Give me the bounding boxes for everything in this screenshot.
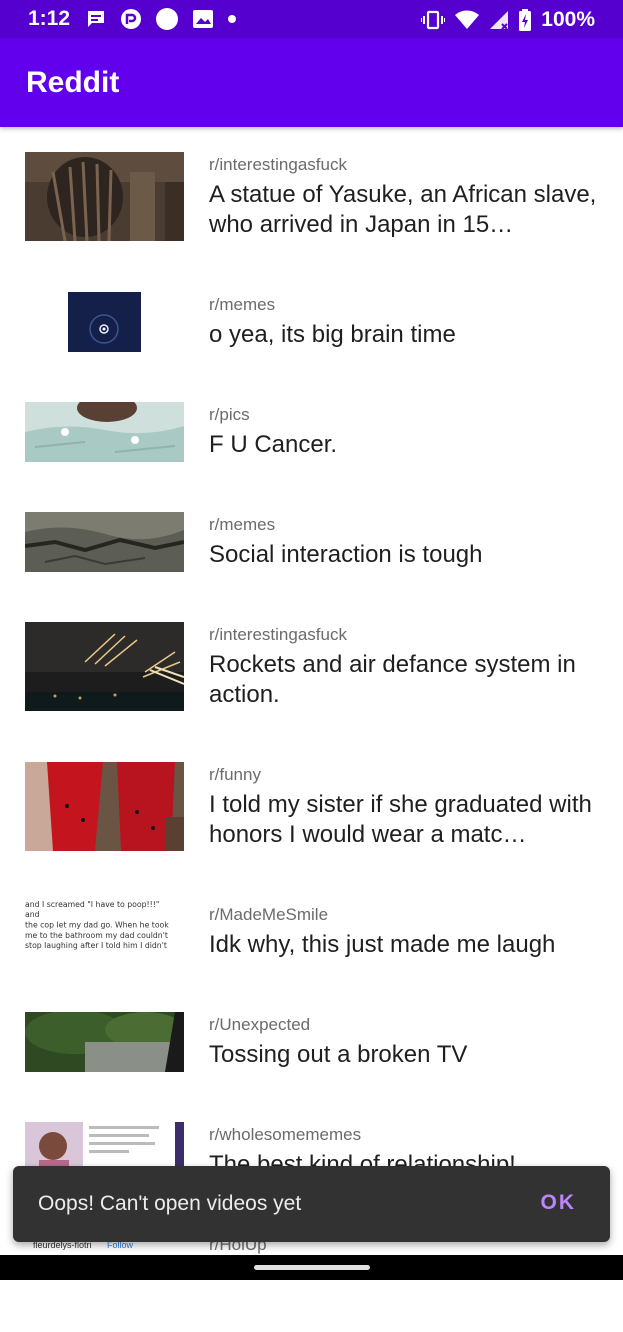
post-item[interactable]: r/interestingasfuck A statue of Yasuke, … <box>0 142 623 252</box>
thumbnail-text-line: stop laughing after I told him I didn't <box>25 942 167 951</box>
post-title[interactable]: Idk why, this just made me laugh <box>209 930 601 960</box>
rock-crack-thumbnail-image <box>25 512 184 572</box>
battery-icon <box>519 9 532 31</box>
post-title[interactable]: Rockets and air defance system in action… <box>209 650 601 710</box>
post-thumbnail[interactable]: and I screamed "I have to poop!!!" and t… <box>25 900 184 964</box>
post-item[interactable]: r/memes Social interaction is tough <box>0 502 623 612</box>
message-icon <box>88 11 104 27</box>
post-thumbnail[interactable] <box>25 402 184 462</box>
post-thumbnail[interactable] <box>25 762 184 851</box>
circle-icon <box>156 8 178 30</box>
brain-meme-thumbnail-image <box>25 292 184 352</box>
post-thumbnail[interactable] <box>25 152 184 241</box>
image-icon <box>193 10 213 28</box>
app-title: Reddit <box>26 66 120 99</box>
post-subreddit[interactable]: r/interestingasfuck <box>209 155 347 175</box>
wifi-icon <box>455 10 480 29</box>
home-gesture-handle[interactable] <box>254 1265 370 1270</box>
matching-dress-thumbnail-image <box>25 762 184 851</box>
post-title[interactable]: Tossing out a broken TV <box>209 1040 601 1070</box>
thumbnail-text-line: the cop let my dad go. When he took <box>25 921 169 931</box>
post-thumbnail[interactable] <box>25 1012 184 1072</box>
text-screenshot-thumbnail: and I screamed "I have to poop!!!" and t… <box>25 900 176 952</box>
post-subreddit[interactable]: r/interestingasfuck <box>209 625 347 645</box>
post-thumbnail[interactable] <box>25 622 184 711</box>
navigation-bar <box>0 1255 623 1280</box>
app-bar: Reddit <box>0 38 623 127</box>
post-subreddit[interactable]: r/memes <box>209 295 275 315</box>
post-subreddit[interactable]: r/memes <box>209 515 275 535</box>
post-thumbnail[interactable] <box>25 512 184 572</box>
thumbnail-text-line: me to the bathroom my dad couldn't <box>25 931 168 941</box>
post-item[interactable]: r/funny I told my sister if she graduate… <box>0 752 623 862</box>
post-subreddit[interactable]: r/Unexpected <box>209 1015 310 1035</box>
snackbar-message: Oops! Can't open videos yet <box>38 1192 302 1215</box>
post-thumbnail[interactable] <box>25 292 184 352</box>
post-subreddit[interactable]: r/MadeMeSmile <box>209 905 328 925</box>
rockets-thumbnail-image <box>25 622 184 711</box>
post-subreddit[interactable]: r/funny <box>209 765 261 785</box>
post-title[interactable]: I told my sister if she graduated with h… <box>209 790 601 850</box>
post-item[interactable]: r/Unexpected Tossing out a broken TV <box>0 1002 623 1112</box>
post-item[interactable]: r/interestingasfuck Rockets and air defa… <box>0 612 623 722</box>
post-item[interactable]: r/memes o yea, its big brain time <box>0 282 623 392</box>
battery-percent: 100% <box>541 8 595 31</box>
status-bar: 1:12 100% <box>0 0 623 38</box>
thumbnail-text-line: and I screamed "I have to poop!!!" and <box>25 900 160 920</box>
post-title[interactable]: A statue of Yasuke, an African slave, wh… <box>209 180 601 240</box>
tv-toss-thumbnail-image <box>25 1012 184 1072</box>
post-title[interactable]: F U Cancer. <box>209 430 601 460</box>
status-time: 1:12 <box>28 7 71 30</box>
hospital-thumbnail-image <box>25 402 184 462</box>
snackbar: Oops! Can't open videos yet OK <box>13 1166 610 1242</box>
notification-icons <box>86 8 236 30</box>
post-subreddit[interactable]: r/pics <box>209 405 250 425</box>
post-title[interactable]: Social interaction is tough <box>209 540 601 570</box>
dot-icon <box>228 15 236 23</box>
pocketcasts-icon <box>121 9 141 29</box>
statue-thumbnail-image <box>25 152 184 241</box>
vibrate-icon <box>421 10 446 30</box>
post-item[interactable]: and I screamed "I have to poop!!!" and t… <box>0 892 623 1002</box>
system-icons: 100% <box>421 8 595 32</box>
snackbar-ok-button[interactable]: OK <box>541 1191 577 1215</box>
post-subreddit[interactable]: r/wholesomememes <box>209 1125 361 1145</box>
post-item[interactable]: r/pics F U Cancer. <box>0 392 623 502</box>
signal-icon <box>490 11 509 30</box>
post-title[interactable]: o yea, its big brain time <box>209 320 601 350</box>
